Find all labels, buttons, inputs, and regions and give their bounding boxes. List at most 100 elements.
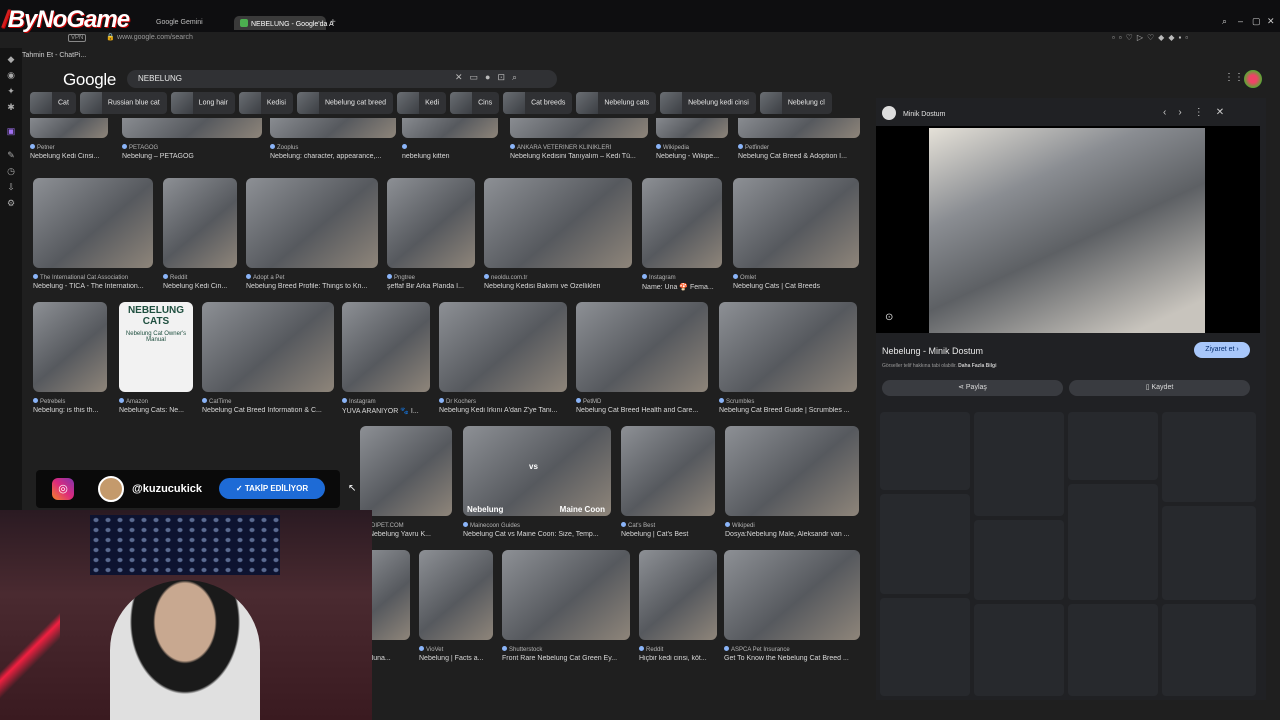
- sidebar-app-icon[interactable]: ✱: [6, 102, 16, 112]
- result-card[interactable]: Zooplus Nebelung: character, appearance,.…: [270, 118, 396, 160]
- related-image-placeholder[interactable]: [880, 494, 970, 594]
- result-title[interactable]: Front Rare Nebelung Cat Green Ey...: [502, 655, 630, 662]
- related-image-placeholder[interactable]: [1068, 412, 1158, 480]
- google-logo[interactable]: Google: [63, 70, 116, 90]
- cat-thumbnail[interactable]: [621, 426, 715, 516]
- cat-thumbnail[interactable]: [33, 178, 153, 268]
- result-title[interactable]: Nebelung Kedi Cin...: [163, 283, 237, 290]
- address-bar[interactable]: VPN 🔒 www.google.com/search: [68, 33, 248, 45]
- result-title[interactable]: Nebelung Breed Profile: Things to Kn...: [246, 283, 378, 290]
- result-card[interactable]: Scrumbles Nebelung Cat Breed Guide | Scru…: [719, 302, 857, 414]
- twitch-icon[interactable]: ▣: [6, 126, 16, 136]
- cat-thumbnail[interactable]: [439, 302, 567, 392]
- minimize-icon[interactable]: –: [1238, 16, 1243, 26]
- result-card[interactable]: ASPCA Pet Insurance Get To Know the Nebel…: [724, 550, 860, 662]
- more-icon[interactable]: ⋮: [1194, 107, 1216, 118]
- related-image-placeholder[interactable]: [1162, 412, 1256, 502]
- related-image-placeholder[interactable]: [1068, 604, 1158, 696]
- learn-more-link[interactable]: Daha Fazla Bilgi: [958, 363, 996, 369]
- related-image-placeholder[interactable]: [974, 520, 1064, 600]
- cat-thumbnail[interactable]: [510, 118, 648, 138]
- cat-thumbnail[interactable]: [419, 550, 493, 640]
- cat-thumbnail[interactable]: [502, 550, 630, 640]
- result-title[interactable]: Nebelung Cat Breed Information & C...: [202, 407, 334, 414]
- preview-image[interactable]: [929, 128, 1205, 333]
- cat-thumbnail[interactable]: [724, 550, 860, 640]
- related-image-placeholder[interactable]: [880, 412, 970, 490]
- cat-thumbnail[interactable]: [342, 302, 430, 392]
- panel-nav[interactable]: ‹›⋮✕: [1163, 107, 1236, 118]
- result-card[interactable]: Wikipedia Nebelung - Wikipe...: [656, 118, 728, 160]
- google-apps-icon[interactable]: ⋮⋮: [1224, 72, 1244, 83]
- sidebar-app-icon[interactable]: ◆: [6, 54, 16, 64]
- cat-thumbnail[interactable]: [639, 550, 717, 640]
- sidebar-app-icon[interactable]: ✦: [6, 86, 16, 96]
- chip-item[interactable]: Nebelung cat breed: [296, 92, 394, 114]
- related-image-placeholder[interactable]: [1162, 506, 1256, 600]
- sidebar-app-icon[interactable]: ◉: [6, 70, 16, 80]
- result-title[interactable]: Nebelung Kedisi Bakımı ve Özellikleri: [484, 283, 632, 290]
- cat-thumbnail[interactable]: NEBELUNG CATS Nebelung Cat Owner's Manual: [119, 302, 193, 392]
- result-title[interactable]: Nebelung | Cat's Best: [621, 531, 715, 538]
- close-window-icon[interactable]: ✕: [1267, 16, 1275, 27]
- result-card[interactable]: Instagram Name: Una 🍄 Fema...: [642, 178, 722, 291]
- tab-google-gemini[interactable]: Google Gemini: [150, 16, 209, 30]
- chip-item[interactable]: Kedisi: [238, 92, 293, 114]
- result-card[interactable]: PETAGOG Nebelung – PETAGOG: [122, 118, 262, 160]
- result-title[interactable]: Dosya:Nebelung Male, Aleksandr van ...: [725, 531, 859, 538]
- result-title[interactable]: Nebelung Cats: Ne...: [119, 407, 193, 414]
- cat-thumbnail[interactable]: [122, 118, 262, 138]
- result-card[interactable]: Cat's Best Nebelung | Cat's Best: [621, 426, 715, 538]
- result-title[interactable]: lık Nebelung Yavru K...: [360, 531, 452, 538]
- result-card[interactable]: NEBELUNG CATS Nebelung Cat Owner's Manual…: [119, 302, 193, 414]
- chip-item[interactable]: Nebelung cl: [759, 92, 832, 114]
- result-title[interactable]: YUVA ARANIYOR 🐾 I...: [342, 407, 430, 415]
- chip-item[interactable]: Long hair: [170, 92, 235, 114]
- cat-thumbnail[interactable]: [246, 178, 378, 268]
- result-title[interactable]: Nebelung Cat Breed & Adoption I...: [738, 153, 860, 160]
- result-card[interactable]: Shutterstock Front Rare Nebelung Cat Gree…: [502, 550, 630, 662]
- result-title[interactable]: Nebelung – PETAGOG: [122, 153, 262, 160]
- cat-thumbnail[interactable]: [719, 302, 857, 392]
- result-title[interactable]: Nebelung | Facts a...: [419, 655, 493, 662]
- following-button[interactable]: ✓ TAKİP EDİLİYOR: [219, 478, 325, 499]
- chip-item[interactable]: Nebelung kedi cinsi: [660, 92, 756, 114]
- cat-thumbnail[interactable]: [725, 426, 859, 516]
- vpn-badge[interactable]: VPN: [68, 34, 87, 42]
- result-title[interactable]: şeffaf Bir Arka Planda I...: [387, 283, 475, 290]
- result-title[interactable]: Nebelung Kedi Irkını A'dan Z'ye Tanı...: [439, 407, 567, 414]
- result-card[interactable]: Pngtree şeffaf Bir Arka Planda I...: [387, 178, 475, 290]
- result-card[interactable]: Petner Nebelung Kedi Cinsi...: [30, 118, 108, 160]
- result-title[interactable]: Nebelung Cat Breed Health and Care...: [576, 407, 708, 414]
- cat-thumbnail[interactable]: [360, 426, 452, 516]
- result-title[interactable]: Get To Know the Nebelung Cat Breed ...: [724, 655, 860, 662]
- new-tab-icon[interactable]: +: [330, 17, 336, 28]
- result-card[interactable]: Instagram YUVA ARANIYOR 🐾 I...: [342, 302, 430, 415]
- related-image-placeholder[interactable]: [1162, 604, 1256, 696]
- extension-icons[interactable]: ▫▫♡▷♡◆◆▪▫: [1112, 33, 1192, 42]
- chip-item[interactable]: Cins: [450, 92, 500, 114]
- result-title[interactable]: Nebelung Cats | Cat Breeds: [733, 283, 859, 290]
- cat-thumbnail[interactable]: [733, 178, 859, 268]
- chip-item[interactable]: Nebelung cats: [576, 92, 657, 114]
- chip-item[interactable]: Cat breeds: [503, 92, 573, 114]
- related-image-placeholder[interactable]: [974, 412, 1064, 516]
- save-button[interactable]: ▯ Kaydet: [1069, 380, 1250, 396]
- related-image-placeholder[interactable]: [1068, 484, 1158, 600]
- result-title[interactable]: Nebelung: is this th...: [33, 407, 107, 414]
- cat-thumbnail[interactable]: [738, 118, 860, 138]
- cat-thumbnail[interactable]: [402, 118, 498, 138]
- cat-thumbnail[interactable]: [33, 302, 107, 392]
- account-avatar[interactable]: [1244, 70, 1262, 88]
- result-card[interactable]: nebelung kitten: [402, 118, 498, 160]
- result-card[interactable]: Reddit Nebelung Kedi Cin...: [163, 178, 237, 290]
- result-card[interactable]: Nebelung vs Maine Coon Mainecoon Guides Nebe…: [463, 426, 611, 538]
- result-title[interactable]: Nebelung Kedi Cinsi...: [30, 153, 108, 160]
- prev-icon[interactable]: ‹: [1163, 107, 1178, 118]
- result-card[interactable]: Adopt a Pet Nebelung Breed Profile: Thing…: [246, 178, 378, 290]
- result-title[interactable]: Nebelung Kedisini Tanıyalım – Kedi Tü...: [510, 153, 648, 160]
- result-card[interactable]: Reddit Hiçbir kedi cinsi, köt...: [639, 550, 717, 662]
- result-card[interactable]: CatTime Nebelung Cat Breed Information & …: [202, 302, 334, 414]
- download-icon[interactable]: ⇩: [6, 182, 16, 192]
- visit-button[interactable]: Ziyaret et ›: [1194, 342, 1250, 358]
